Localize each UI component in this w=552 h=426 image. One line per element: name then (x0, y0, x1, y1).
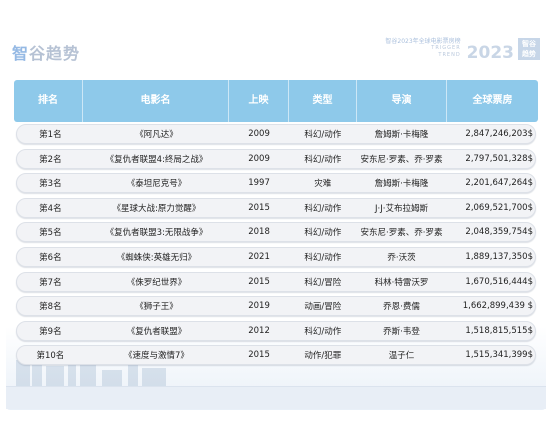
cell-genre: 科幻/动作 (304, 203, 342, 214)
cell-year: 2018 (248, 227, 270, 238)
cell-gross: 1,515,341,399$ (465, 350, 533, 361)
cell-title: 《蜘蛛侠:英雄无归》 (116, 252, 197, 263)
cell-year: 2021 (248, 251, 270, 262)
table-row: 第9名 《复仇者联盟》 2012 科幻/动作 乔斯·韦登 1,518,815,515$ (16, 320, 536, 341)
header-genre: 类型 (288, 80, 356, 122)
cell-title: 《星球大战:原力觉醒》 (112, 203, 201, 214)
cell-gross: 2,201,647,264$ (465, 178, 533, 189)
cell-year: 2009 (248, 153, 270, 164)
cell-year: 2015 (248, 276, 270, 287)
table-row: 第8名 《狮子王》 2019 动画/冒险 乔恩·费儒 1,662,899,439 $ (16, 296, 536, 317)
cell-director: 詹姆斯·卡梅隆 (374, 179, 429, 190)
cell-genre: 灾难 (314, 179, 332, 190)
cell-genre: 科幻/动作 (304, 252, 342, 263)
table-row: 第6名 《蜘蛛侠:英雄无归》 2021 科幻/动作 乔·沃茨 1,889,137,350$ (16, 246, 536, 267)
cell-gross: 2,048,359,754$ (465, 227, 533, 238)
cell-rank: 第8名 (39, 302, 62, 313)
cell-year: 2015 (248, 350, 270, 361)
cell-genre: 科幻/动作 (304, 326, 342, 337)
cell-title: 《速度与激情7》 (123, 351, 189, 362)
header-director: 导演 (356, 80, 446, 122)
cell-director: 詹姆斯·卡梅隆 (374, 130, 429, 140)
cell-title: 《泰坦尼克号》 (126, 179, 187, 190)
logo-text: 谷趋势 (29, 44, 81, 63)
cell-rank: 第6名 (39, 252, 62, 263)
cell-director: 科林·特雷沃罗 (374, 277, 429, 288)
cell-director: 安东尼·罗素、乔·罗素 (360, 228, 443, 239)
table-row: 第4名 《星球大战:原力觉醒》 2015 科幻/动作 J·J·艾布拉姆斯 2,069,52… (16, 197, 536, 218)
cell-director: 乔·沃茨 (387, 252, 416, 263)
logo-mark: 智 (12, 44, 30, 63)
table-row: 第7名 《侏罗纪世界》 2015 科幻/冒险 科林·特雷沃罗 1,670,516,444$ (16, 271, 536, 292)
cell-year: 1997 (248, 178, 270, 189)
cell-year: 2012 (248, 325, 270, 336)
table-body: 第1名 《阿凡达》 2009 科幻/动作 詹姆斯·卡梅隆 2,847,246,203$ 第2… (16, 124, 536, 370)
cell-gross: 1,662,899,439 $ (462, 301, 533, 312)
cell-title: 《复仇者联盟》 (126, 326, 187, 337)
cell-rank: 第3名 (39, 179, 62, 190)
cell-director: 温子仁 (388, 351, 415, 362)
cell-gross: 2,797,501,328$ (465, 153, 533, 164)
cell-rank: 第2名 (39, 154, 62, 165)
cell-rank: 第5名 (39, 228, 62, 239)
cell-director: J·J·艾布拉姆斯 (375, 203, 428, 214)
cell-director: 乔恩·费儒 (383, 302, 420, 313)
cell-director: 乔斯·韦登 (383, 326, 420, 337)
brand-year: 2023 (466, 43, 514, 63)
cell-gross: 1,889,137,350$ (465, 251, 533, 262)
brand-caption: 智谷2023年全球电影票房榜 (385, 38, 461, 45)
corner-badge-text: 智谷 趋势 (522, 40, 536, 58)
table-row: 第2名 《复仇者联盟4:终局之战》 2009 科幻/动作 安东尼·罗素、乔·罗素 2,79… (16, 148, 536, 169)
cell-genre: 动画/冒险 (304, 302, 342, 313)
cell-rank: 第4名 (39, 203, 62, 214)
logo: 智谷趋势 (12, 40, 80, 64)
brand-corner-badge: 智谷 趋势 (518, 38, 540, 60)
cell-title: 《复仇者联盟4:终局之战》 (105, 154, 208, 165)
cell-genre: 科幻/动作 (304, 130, 342, 140)
cell-gross: 2,069,521,700$ (465, 202, 533, 213)
table-header: 排名 电影名 上映 类型 导演 全球票房 (14, 80, 538, 122)
cell-genre: 动作/犯罪 (304, 351, 342, 362)
cell-genre: 科幻/动作 (304, 228, 342, 239)
cell-gross: 2,847,246,203$ (465, 129, 533, 139)
cell-rank: 第10名 (36, 351, 65, 362)
cell-rank: 第7名 (39, 277, 62, 288)
cell-rank: 第1名 (39, 130, 62, 140)
cell-gross: 1,670,516,444$ (465, 276, 533, 287)
header-title: 电影名 (82, 80, 228, 122)
brand-text: 智谷2023年全球电影票房榜 TRIGGER TREND (385, 38, 460, 59)
cell-year: 2009 (248, 129, 270, 139)
cell-title: 《复仇者联盟3:无限战争》 (105, 228, 208, 239)
table-row: 第3名 《泰坦尼克号》 1997 灾难 詹姆斯·卡梅隆 2,201,647,264$ (16, 173, 536, 194)
cell-rank: 第9名 (39, 326, 62, 337)
footer-band (6, 386, 546, 409)
cell-director: 安东尼·罗素、乔·罗素 (360, 154, 443, 165)
brand-sub-1: TRIGGER (431, 45, 461, 51)
cell-year: 2019 (248, 301, 270, 312)
header-rank: 排名 (38, 95, 58, 106)
cell-genre: 科幻/冒险 (304, 277, 342, 288)
brand-sub-2: TREND (438, 52, 461, 58)
table-row: 第1名 《阿凡达》 2009 科幻/动作 詹姆斯·卡梅隆 2,847,246,203$ (16, 124, 536, 144)
table-row: 第10名 《速度与激情7》 2015 动作/犯罪 温子仁 1,515,341,399$ (16, 345, 536, 366)
header-year: 上映 (228, 80, 288, 122)
cell-title: 《侏罗纪世界》 (126, 277, 187, 288)
header-gross: 全球票房 (446, 80, 538, 122)
brand-block: 智谷2023年全球电影票房榜 TRIGGER TREND 2023 智谷 趋势 (385, 38, 540, 63)
cell-year: 2015 (248, 202, 270, 213)
cell-genre: 科幻/动作 (304, 154, 342, 165)
cell-title: 《狮子王》 (135, 302, 178, 313)
cell-title: 《阿凡达》 (135, 130, 178, 140)
cell-gross: 1,518,815,515$ (465, 325, 533, 336)
table-row: 第5名 《复仇者联盟3:无限战争》 2018 科幻/动作 安东尼·罗素、乔·罗素 2,04… (16, 222, 536, 243)
